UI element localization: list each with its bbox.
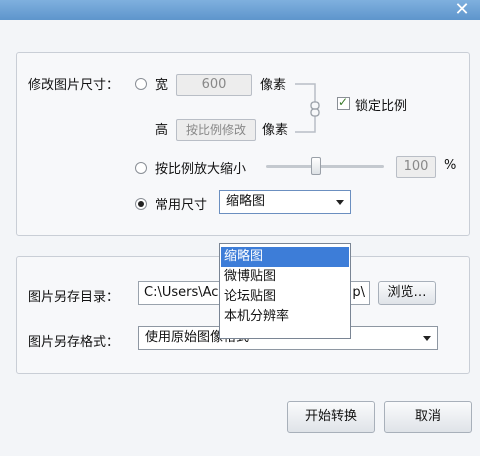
common-size-label: 常用尺寸 [155,198,208,213]
width-unit: 像素 [260,78,287,93]
height-label: 高 [155,123,169,138]
save-dir-value: C:\Users\Ac [144,285,219,300]
width-label: 宽 [155,78,169,93]
height-input[interactable]: 按比例修改 [176,119,256,141]
scale-slider-thumb[interactable] [311,157,321,175]
browse-button[interactable]: 浏览… [378,281,436,305]
scale-input[interactable]: 100 [396,156,436,178]
dropdown-option-weibo[interactable]: 微博贴图 [221,267,349,287]
lock-ratio-checkbox[interactable] [337,95,350,110]
scale-unit: % [444,158,457,173]
save-dir-label: 图片另存目录： [28,290,120,305]
width-input[interactable]: 600 [176,74,252,96]
scale-slider-track[interactable] [266,165,384,168]
common-size-select[interactable]: 缩略图 [219,190,351,214]
save-dir-value-tail: p\ [352,285,365,300]
chevron-down-icon [423,336,431,341]
height-unit: 像素 [262,123,289,138]
dropdown-option-native-resolution[interactable]: 本机分辨率 [221,307,349,327]
start-convert-button[interactable]: 开始转换 [287,401,375,433]
cancel-button[interactable]: 取消 [384,401,472,433]
common-size-value: 缩略图 [226,194,266,209]
title-bar: ✕ [0,0,480,20]
close-icon[interactable]: ✕ [444,0,480,20]
radio-scale[interactable] [135,162,147,174]
common-size-dropdown: 缩略图 微博贴图 论坛贴图 本机分辨率 [219,243,351,339]
radio-common-size[interactable] [135,198,147,210]
dropdown-option-thumbnail[interactable]: 缩略图 [221,247,349,267]
radio-custom-size[interactable] [135,78,147,90]
dropdown-option-forum[interactable]: 论坛贴图 [221,287,349,307]
save-format-label: 图片另存格式： [28,335,120,350]
chevron-down-icon [336,200,344,205]
link-bracket-icon [295,83,320,133]
lock-ratio-label: 锁定比例 [355,99,408,114]
scale-label: 按比例放大缩小 [155,162,247,177]
resize-label: 修改图片尺寸： [28,78,120,93]
dialog-body: 修改图片尺寸： 宽 600 像素 高 按比例修改 像素 锁定比例 按比例放大缩小… [0,20,480,456]
